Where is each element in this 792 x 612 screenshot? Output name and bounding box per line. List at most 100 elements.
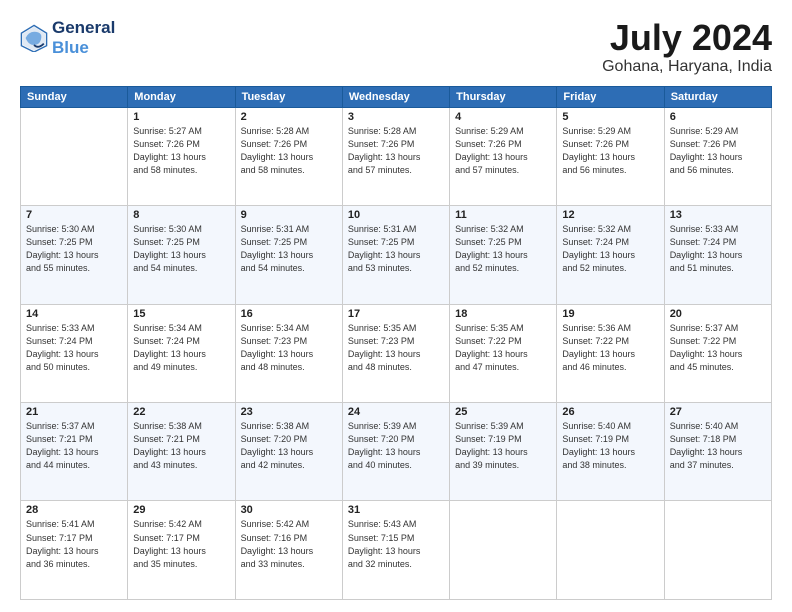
day-number: 7 <box>26 209 122 221</box>
calendar-cell: 7Sunrise: 5:30 AMSunset: 7:25 PMDaylight… <box>21 206 128 304</box>
weekday-header: Monday <box>128 86 235 107</box>
day-number: 25 <box>455 406 551 418</box>
day-info: Sunrise: 5:32 AMSunset: 7:24 PMDaylight:… <box>562 223 658 275</box>
calendar-cell: 26 Sunrise: 5:40 AMSunset: 7:19 PMDayligh… <box>557 403 664 501</box>
calendar-cell: 21 Sunrise: 5:37 AMSunset: 7:21 PMDayligh… <box>21 403 128 501</box>
weekday-header: Thursday <box>450 86 557 107</box>
day-number: 9 <box>241 209 337 221</box>
day-number: 21 <box>26 406 122 418</box>
day-info: Sunrise: 5:28 AMSunset: 7:26 PMDaylight:… <box>241 125 337 177</box>
calendar-cell: 11Sunrise: 5:32 AMSunset: 7:25 PMDayligh… <box>450 206 557 304</box>
day-info: Sunrise: 5:34 AMSunset: 7:23 PMDaylight:… <box>241 322 337 374</box>
day-number: 29 <box>133 504 229 516</box>
calendar-cell: 29 Sunrise: 5:42 AMSunset: 7:17 PMDayligh… <box>128 501 235 600</box>
day-info: Sunrise: 5:39 AMSunset: 7:20 PMDaylight:… <box>348 420 444 472</box>
day-number: 31 <box>348 504 444 516</box>
day-info: Sunrise: 5:42 AMSunset: 7:17 PMDaylight:… <box>133 518 229 570</box>
calendar-cell <box>557 501 664 600</box>
day-number: 17 <box>348 308 444 320</box>
day-info: Sunrise: 5:32 AMSunset: 7:25 PMDaylight:… <box>455 223 551 275</box>
day-number: 6 <box>670 111 766 123</box>
calendar-week-row: 7 Sunrise: 5:30 AMSunset: 7:25 PMDaylight… <box>21 206 772 304</box>
day-number: 2 <box>241 111 337 123</box>
day-number: 12 <box>562 209 658 221</box>
calendar-cell: 5 Sunrise: 5:29 AMSunset: 7:26 PMDaylight… <box>557 107 664 205</box>
calendar-cell: 14 Sunrise: 5:33 AMSunset: 7:24 PMDayligh… <box>21 304 128 402</box>
day-number: 26 <box>562 406 658 418</box>
day-number: 22 <box>133 406 229 418</box>
calendar-cell: 27 Sunrise: 5:40 AMSunset: 7:18 PMDayligh… <box>664 403 771 501</box>
day-info: Sunrise: 5:31 AMSunset: 7:25 PMDaylight:… <box>241 223 337 275</box>
calendar-cell: 1 Sunrise: 5:27 AMSunset: 7:26 PMDaylight… <box>128 107 235 205</box>
day-info: Sunrise: 5:36 AMSunset: 7:22 PMDaylight:… <box>562 322 658 374</box>
day-info: Sunrise: 5:29 AMSunset: 7:26 PMDaylight:… <box>670 125 766 177</box>
calendar-cell: 6 Sunrise: 5:29 AMSunset: 7:26 PMDaylight… <box>664 107 771 205</box>
day-info: Sunrise: 5:33 AMSunset: 7:24 PMDaylight:… <box>26 322 122 374</box>
day-info: Sunrise: 5:37 AMSunset: 7:22 PMDaylight:… <box>670 322 766 374</box>
day-info: Sunrise: 5:35 AMSunset: 7:22 PMDaylight:… <box>455 322 551 374</box>
calendar-cell: 2 Sunrise: 5:28 AMSunset: 7:26 PMDaylight… <box>235 107 342 205</box>
calendar-cell: 9 Sunrise: 5:31 AMSunset: 7:25 PMDaylight… <box>235 206 342 304</box>
day-info: Sunrise: 5:35 AMSunset: 7:23 PMDaylight:… <box>348 322 444 374</box>
day-info: Sunrise: 5:38 AMSunset: 7:21 PMDaylight:… <box>133 420 229 472</box>
title-block: July 2024 Gohana, Haryana, India <box>602 18 772 76</box>
calendar-cell: 16 Sunrise: 5:34 AMSunset: 7:23 PMDayligh… <box>235 304 342 402</box>
day-number: 4 <box>455 111 551 123</box>
calendar-table: SundayMondayTuesdayWednesdayThursdayFrid… <box>20 86 772 600</box>
calendar-week-row: 28 Sunrise: 5:41 AMSunset: 7:17 PMDayligh… <box>21 501 772 600</box>
day-info: Sunrise: 5:42 AMSunset: 7:16 PMDaylight:… <box>241 518 337 570</box>
calendar-cell: 17 Sunrise: 5:35 AMSunset: 7:23 PMDayligh… <box>342 304 449 402</box>
header: General Blue July 2024 Gohana, Haryana, … <box>20 18 772 76</box>
day-number: 23 <box>241 406 337 418</box>
calendar-cell: 24 Sunrise: 5:39 AMSunset: 7:20 PMDayligh… <box>342 403 449 501</box>
day-number: 24 <box>348 406 444 418</box>
day-info: Sunrise: 5:39 AMSunset: 7:19 PMDaylight:… <box>455 420 551 472</box>
weekday-header: Tuesday <box>235 86 342 107</box>
weekday-header-row: SundayMondayTuesdayWednesdayThursdayFrid… <box>21 86 772 107</box>
logo-icon <box>20 24 48 52</box>
day-number: 27 <box>670 406 766 418</box>
day-info: Sunrise: 5:43 AMSunset: 7:15 PMDaylight:… <box>348 518 444 570</box>
calendar-cell: 20 Sunrise: 5:37 AMSunset: 7:22 PMDayligh… <box>664 304 771 402</box>
calendar-cell: 10Sunrise: 5:31 AMSunset: 7:25 PMDayligh… <box>342 206 449 304</box>
day-info: Sunrise: 5:34 AMSunset: 7:24 PMDaylight:… <box>133 322 229 374</box>
calendar-week-row: 1 Sunrise: 5:27 AMSunset: 7:26 PMDaylight… <box>21 107 772 205</box>
day-info: Sunrise: 5:30 AMSunset: 7:25 PMDaylight:… <box>133 223 229 275</box>
day-number: 28 <box>26 504 122 516</box>
weekday-header: Friday <box>557 86 664 107</box>
calendar-cell: 31 Sunrise: 5:43 AMSunset: 7:15 PMDayligh… <box>342 501 449 600</box>
calendar-cell: 19Sunrise: 5:36 AMSunset: 7:22 PMDayligh… <box>557 304 664 402</box>
weekday-header: Wednesday <box>342 86 449 107</box>
logo: General Blue <box>20 18 115 57</box>
calendar-cell: 12 Sunrise: 5:32 AMSunset: 7:24 PMDayligh… <box>557 206 664 304</box>
day-info: Sunrise: 5:28 AMSunset: 7:26 PMDaylight:… <box>348 125 444 177</box>
calendar-cell: 3 Sunrise: 5:28 AMSunset: 7:26 PMDaylight… <box>342 107 449 205</box>
calendar-cell: 4 Sunrise: 5:29 AMSunset: 7:26 PMDaylight… <box>450 107 557 205</box>
day-number: 13 <box>670 209 766 221</box>
day-number: 8 <box>133 209 229 221</box>
day-info: Sunrise: 5:29 AMSunset: 7:26 PMDaylight:… <box>562 125 658 177</box>
calendar-cell: 15Sunrise: 5:34 AMSunset: 7:24 PMDayligh… <box>128 304 235 402</box>
day-info: Sunrise: 5:40 AMSunset: 7:19 PMDaylight:… <box>562 420 658 472</box>
day-info: Sunrise: 5:40 AMSunset: 7:18 PMDaylight:… <box>670 420 766 472</box>
calendar-cell: 13Sunrise: 5:33 AMSunset: 7:24 PMDayligh… <box>664 206 771 304</box>
day-info: Sunrise: 5:38 AMSunset: 7:20 PMDaylight:… <box>241 420 337 472</box>
day-info: Sunrise: 5:27 AMSunset: 7:26 PMDaylight:… <box>133 125 229 177</box>
calendar-cell: 8 Sunrise: 5:30 AMSunset: 7:25 PMDaylight… <box>128 206 235 304</box>
day-number: 5 <box>562 111 658 123</box>
logo-text: General Blue <box>52 18 115 57</box>
calendar-week-row: 14 Sunrise: 5:33 AMSunset: 7:24 PMDayligh… <box>21 304 772 402</box>
day-info: Sunrise: 5:41 AMSunset: 7:17 PMDaylight:… <box>26 518 122 570</box>
month-title: July 2024 <box>602 18 772 58</box>
day-number: 16 <box>241 308 337 320</box>
day-number: 1 <box>133 111 229 123</box>
day-info: Sunrise: 5:37 AMSunset: 7:21 PMDaylight:… <box>26 420 122 472</box>
calendar-cell: 18Sunrise: 5:35 AMSunset: 7:22 PMDayligh… <box>450 304 557 402</box>
day-number: 3 <box>348 111 444 123</box>
calendar-cell: 30Sunrise: 5:42 AMSunset: 7:16 PMDayligh… <box>235 501 342 600</box>
calendar-cell: 22 Sunrise: 5:38 AMSunset: 7:21 PMDayligh… <box>128 403 235 501</box>
day-number: 14 <box>26 308 122 320</box>
day-info: Sunrise: 5:29 AMSunset: 7:26 PMDaylight:… <box>455 125 551 177</box>
calendar-cell <box>450 501 557 600</box>
day-number: 20 <box>670 308 766 320</box>
